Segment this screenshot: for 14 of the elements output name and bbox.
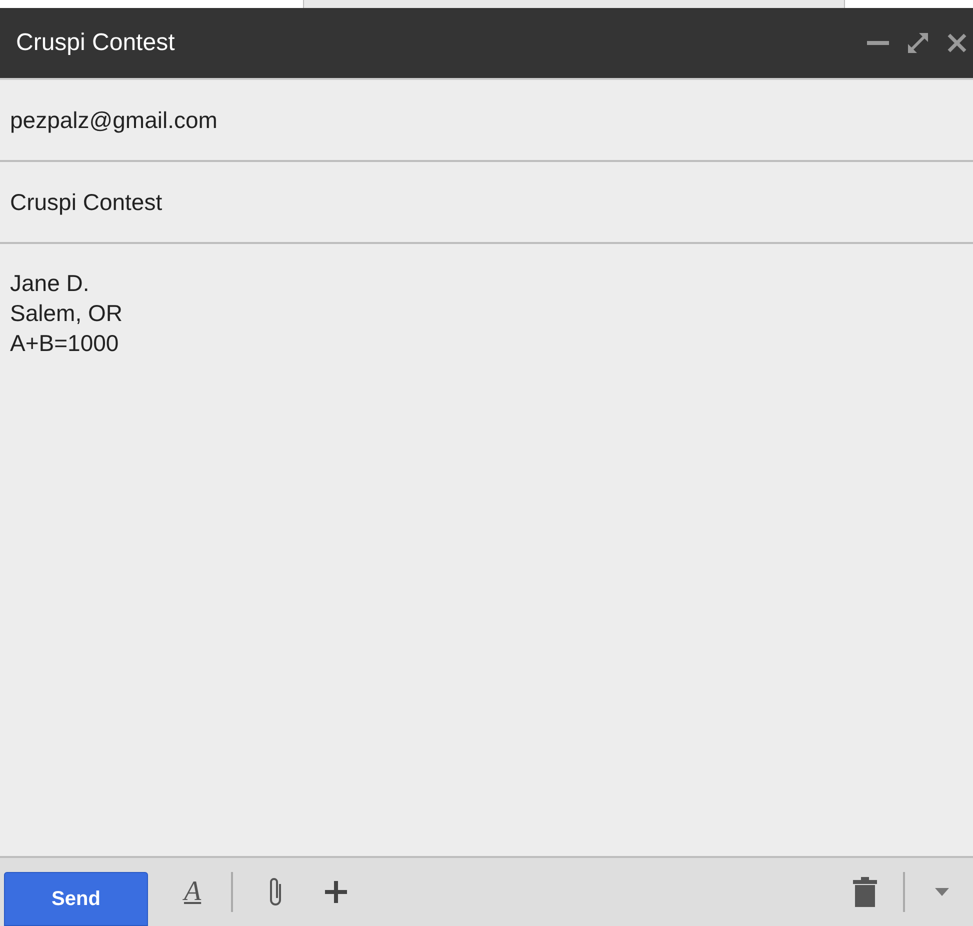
body-line: A+B=1000 [10,329,120,358]
minimize-icon[interactable] [867,40,889,46]
window-title: Cruspi Contest [16,29,175,57]
formatting-button[interactable]: A [180,876,206,908]
send-button[interactable]: Send [4,872,148,926]
body-line: Salem, OR [10,299,124,328]
subject-field[interactable]: Cruspi Contest [0,162,973,244]
close-icon[interactable] [947,33,967,53]
plus-icon[interactable] [325,881,348,903]
body-line: Jane D. [10,269,90,298]
caret-icon[interactable] [935,888,949,896]
trash-icon[interactable] [853,877,877,907]
expand-icon[interactable] [907,32,929,54]
recipient-field[interactable]: pezpalz@gmail.com [0,80,973,162]
